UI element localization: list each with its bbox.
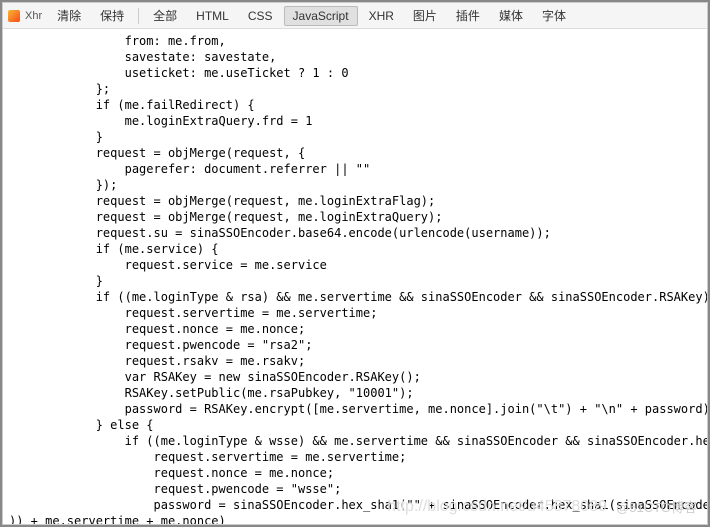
code-line: if (me.failRedirect) {	[9, 97, 707, 113]
filter-all-button[interactable]: 全部	[145, 5, 185, 26]
code-line: if (me.service) {	[9, 241, 707, 257]
filter-css-button[interactable]: CSS	[240, 7, 281, 25]
code-line: useticket: me.useTicket ? 1 : 0	[9, 65, 707, 81]
filter-images-button[interactable]: 图片	[405, 5, 445, 26]
filter-javascript-button[interactable]: JavaScript	[284, 6, 358, 26]
code-line: password = sinaSSOEncoder.hex_sha1("" + …	[9, 497, 707, 513]
separator	[138, 8, 139, 24]
code-line: };	[9, 81, 707, 97]
code-viewer[interactable]: from: me.from, savestate: savestate, use…	[3, 29, 707, 524]
code-line: request = objMerge(request, {	[9, 145, 707, 161]
code-line: if ((me.loginType & wsse) && me.serverti…	[9, 433, 707, 449]
code-line: } else {	[9, 417, 707, 433]
filter-media-button[interactable]: 媒体	[491, 5, 531, 26]
code-line: me.loginExtraQuery.frd = 1	[9, 113, 707, 129]
code-line: password = RSAKey.encrypt([me.servertime…	[9, 401, 707, 417]
xhr-label: Xhr	[25, 10, 42, 22]
filter-plugins-button[interactable]: 插件	[448, 5, 488, 26]
code-line: request.pwencode = "rsa2";	[9, 337, 707, 353]
code-line: pagerefer: document.referrer || ""	[9, 161, 707, 177]
clear-button[interactable]: 清除	[49, 5, 89, 26]
code-line: RSAKey.setPublic(me.rsaPubkey, "10001");	[9, 385, 707, 401]
code-line: }	[9, 129, 707, 145]
code-line: from: me.from,	[9, 33, 707, 49]
code-line: request.su = sinaSSOEncoder.base64.encod…	[9, 225, 707, 241]
code-line: request.service = me.service	[9, 257, 707, 273]
code-line: request.pwencode = "wsse";	[9, 481, 707, 497]
filter-xhr-button[interactable]: XHR	[361, 7, 402, 25]
code-line: request.rsakv = me.rsakv;	[9, 353, 707, 369]
code-line: });	[9, 177, 707, 193]
code-line: )) + me.servertime + me.nonce)	[9, 513, 707, 524]
code-line: request = objMerge(request, me.loginExtr…	[9, 193, 707, 209]
code-line: request.nonce = me.nonce;	[9, 321, 707, 337]
filter-html-button[interactable]: HTML	[188, 7, 237, 25]
code-line: savestate: savestate,	[9, 49, 707, 65]
code-line: request.servertime = me.servertime;	[9, 449, 707, 465]
code-line: if ((me.loginType & rsa) && me.servertim…	[9, 289, 707, 305]
code-line: request = objMerge(request, me.loginExtr…	[9, 209, 707, 225]
code-line: request.servertime = me.servertime;	[9, 305, 707, 321]
code-line: }	[9, 273, 707, 289]
filter-fonts-button[interactable]: 字体	[534, 5, 574, 26]
code-line: var RSAKey = new sinaSSOEncoder.RSAKey()…	[9, 369, 707, 385]
preserve-button[interactable]: 保持	[92, 5, 132, 26]
code-line: request.nonce = me.nonce;	[9, 465, 707, 481]
filter-toolbar: Xhr 清除 保持 全部 HTML CSS JavaScript XHR 图片 …	[3, 3, 707, 29]
app-icon	[8, 10, 20, 22]
